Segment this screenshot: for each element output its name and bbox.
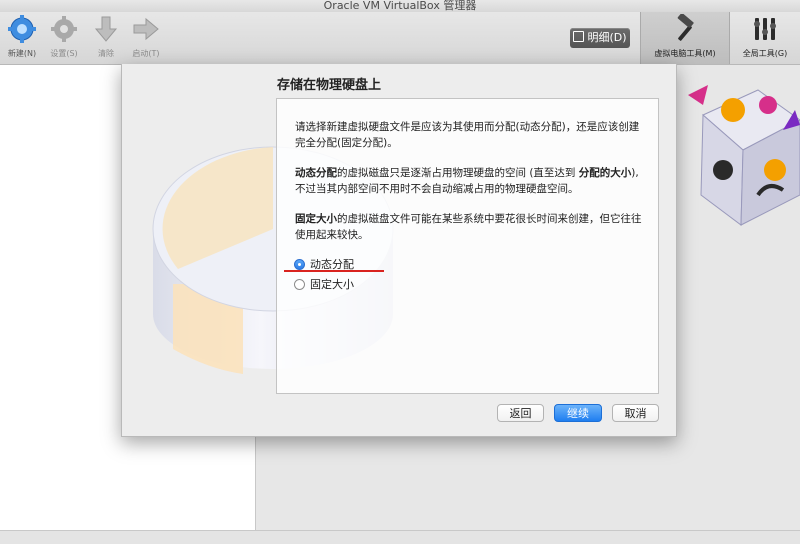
dynamic-term: 动态分配 — [295, 167, 337, 179]
window-title: Oracle VM VirtualBox 管理器 — [323, 0, 477, 12]
settings-label: 设置(S) — [50, 49, 78, 58]
annotation-underline — [284, 270, 384, 272]
radio-fixed-label: 固定大小 — [310, 278, 354, 291]
new-label: 新建(N) — [7, 49, 37, 58]
intro-text: 请选择新建虚拟硬盘文件是应该为其使用而分配(动态分配)，还是应该创建完全分配(固… — [295, 121, 640, 149]
create-disk-dialog: 存储在物理硬盘上 请选择新建虚拟硬盘文件是应该为其使用而分配(动态分配)，还是应… — [121, 64, 677, 437]
fixed-text: 的虚拟磁盘文件可能在某些系统中要花很长时间来创建，但它往往使用起来较快。 — [295, 213, 642, 241]
right-arrow-icon — [133, 17, 159, 41]
cancel-button[interactable]: 取消 — [612, 404, 659, 422]
status-bar — [0, 530, 800, 544]
global-tools-button[interactable]: 全局工具(G) — [730, 12, 800, 64]
down-arrow-icon — [94, 16, 118, 42]
radio-fixed-indicator[interactable] — [294, 279, 305, 290]
radio-dynamic-indicator[interactable] — [294, 259, 305, 270]
dialog-title: 存储在物理硬盘上 — [277, 78, 382, 93]
start-button[interactable]: 启动(T) — [124, 14, 168, 59]
settings-button[interactable]: 设置(S) — [42, 14, 86, 59]
back-button[interactable]: 返回 — [497, 404, 544, 422]
detail-label: 明细(D) — [587, 31, 627, 44]
new-gear-icon — [8, 15, 36, 43]
discard-button[interactable]: 清除 — [84, 14, 128, 59]
discard-label: 清除 — [98, 49, 114, 58]
dialog-content-box: 请选择新建虚拟硬盘文件是应该为其使用而分配(动态分配)，还是应该创建完全分配(固… — [276, 98, 659, 394]
start-label: 启动(T) — [132, 49, 160, 58]
dynamic-text: 的虚拟磁盘只是逐渐占用物理硬盘的空间 (直至达到 — [337, 167, 579, 179]
hammer-icon — [677, 14, 694, 41]
machine-tools-button[interactable]: 虚拟电脑工具(M) — [640, 12, 730, 64]
fixed-description: 固定大小的虚拟磁盘文件可能在某些系统中要花很长时间来创建，但它往往使用起来较快。 — [295, 211, 645, 243]
dynamic-description: 动态分配的虚拟磁盘只是逐渐占用物理硬盘的空间 (直至达到 分配的大小), 不过当… — [295, 165, 645, 197]
settings-gear-icon — [51, 16, 77, 42]
allocated-size-term: 分配的大小 — [578, 167, 632, 179]
new-button[interactable]: 新建(N) — [0, 14, 44, 59]
machine-tools-label: 虚拟电脑工具(M) — [654, 49, 716, 58]
global-tools-icon — [754, 18, 776, 40]
detail-icon — [573, 31, 585, 42]
radio-fixed[interactable]: 固定大小 — [294, 277, 354, 293]
continue-button[interactable]: 继续 — [554, 404, 602, 422]
main-toolbar: 新建(N) 设置(S) 清除 启动(T) 明细(D) 虚拟电脑工具(M) 全局工… — [0, 12, 800, 65]
global-tools-label: 全局工具(G) — [742, 49, 788, 58]
virtualbox-logo-icon — [688, 85, 800, 226]
detail-button[interactable]: 明细(D) — [570, 28, 630, 48]
fixed-term: 固定大小 — [295, 213, 337, 225]
